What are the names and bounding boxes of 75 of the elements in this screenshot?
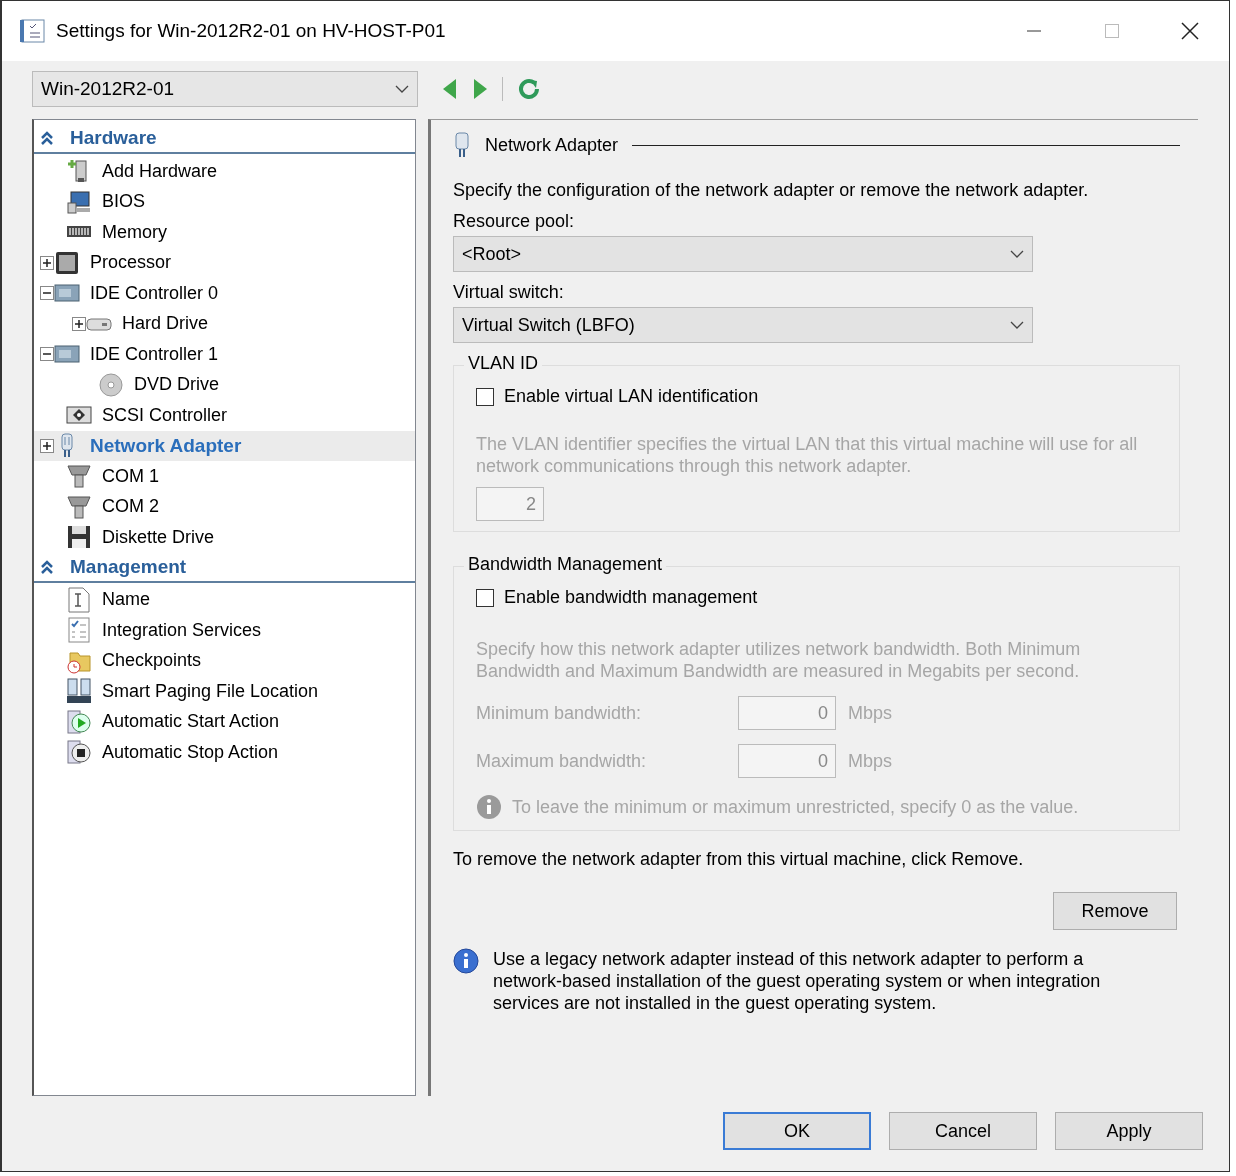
tree-item[interactable]: Smart Paging File Location: [34, 676, 415, 707]
computer-icon: [66, 188, 92, 215]
disc-icon: [98, 371, 124, 398]
hint-text: To leave the minimum or maximum unrestricted, specify 0 as the value.: [512, 796, 1079, 818]
checkbox-label: Enable virtual LAN identification: [504, 386, 759, 407]
field-label: Virtual switch:: [453, 282, 565, 303]
expand-icon[interactable]: [72, 316, 86, 331]
collapse-icon[interactable]: [40, 347, 54, 362]
tree-item[interactable]: COM 1: [34, 461, 415, 492]
unit-label: Mbps: [848, 702, 892, 724]
tree-item[interactable]: Name: [34, 584, 415, 615]
section-header[interactable]: Management: [34, 552, 415, 583]
tree-item[interactable]: Automatic Start Action: [34, 706, 415, 737]
dialog-button[interactable]: OK: [723, 1112, 871, 1150]
tree-item[interactable]: Hard Drive: [34, 308, 415, 339]
back-arrow-icon[interactable]: [442, 78, 458, 100]
tree-item[interactable]: Network Adapter: [34, 430, 415, 461]
expand-icon[interactable]: [40, 438, 54, 453]
group-title: Bandwidth Management: [464, 554, 667, 575]
dropdown-caret-icon: [395, 85, 409, 93]
section-header[interactable]: Hardware: [34, 124, 415, 154]
remove-button[interactable]: Remove: [1053, 892, 1177, 930]
field-label: Minimum bandwidth:: [476, 702, 643, 724]
help-text: Specify how this network adapter utilizes network bandwidth. Both Minimum Bandwidth and Maximum Bandwidth are measured in Megabits per second.: [476, 638, 1082, 682]
dialog-button[interactable]: Apply: [1055, 1112, 1203, 1150]
section-title: Network Adapter: [485, 134, 619, 156]
checklist-icon: [66, 617, 92, 644]
resource-pool-dropdown[interactable]: <Root>: [453, 236, 1033, 272]
window-title: Settings for Win-2012R2-01 on HV-HOST-P01: [56, 20, 447, 42]
virtual-switch-dropdown[interactable]: Virtual Switch (LBFO): [453, 307, 1033, 343]
help-text: The VLAN identifier specifies the virtual LAN that this virtual machine will use for all network communications through this network adapter.: [476, 433, 1139, 477]
checkbox-label: Enable bandwidth management: [504, 587, 758, 608]
collapse-icon[interactable]: [40, 286, 54, 301]
tree-item[interactable]: DVD Drive: [34, 369, 415, 400]
field-label: Resource pool:: [453, 211, 576, 232]
description-text: Specify the configuration of the network adapter or remove the network adapter.: [453, 180, 1090, 201]
tree-item[interactable]: IDE Controller 0: [34, 278, 415, 309]
unit-label: Mbps: [848, 750, 892, 772]
tree-item[interactable]: BIOS: [34, 186, 415, 217]
refresh-icon[interactable]: [517, 77, 541, 101]
settings-document-icon: [20, 18, 46, 44]
collapse-chevron-icon: [40, 131, 54, 145]
text-cursor-icon: [66, 586, 92, 613]
play-icon: [66, 708, 92, 735]
dropdown-caret-icon: [1010, 250, 1024, 258]
tree-item[interactable]: Automatic Stop Action: [34, 737, 415, 768]
forward-arrow-icon[interactable]: [472, 78, 488, 100]
processor-icon: [54, 249, 80, 276]
stop-icon: [66, 739, 92, 766]
tree-item[interactable]: Memory: [34, 217, 415, 248]
maximize-icon: [1104, 23, 1120, 39]
info-icon: [453, 948, 479, 974]
info-icon: [476, 794, 502, 820]
server-rack-icon: [66, 678, 92, 705]
expand-icon[interactable]: [40, 255, 54, 270]
tree-item[interactable]: COM 2: [34, 491, 415, 522]
dialog-button[interactable]: Cancel: [889, 1112, 1037, 1150]
tree-item[interactable]: Diskette Drive: [34, 522, 415, 553]
vm-selector-dropdown[interactable]: Win-2012R2-01: [32, 71, 418, 107]
field-label: Maximum bandwidth:: [476, 750, 648, 772]
info-text: Use a legacy network adapter instead of this network adapter to perform a network-based installation of the guest operating system or when integration services are not installed in the guest operating system.: [493, 948, 1102, 1014]
serial-port-icon: [66, 493, 92, 520]
network-plug-icon: [453, 132, 471, 158]
tree-item[interactable]: IDE Controller 1: [34, 339, 415, 370]
minimize-icon: [1026, 30, 1042, 32]
collapse-chevron-icon: [40, 559, 54, 574]
serial-port-icon: [66, 463, 92, 490]
tree-item[interactable]: Processor: [34, 247, 415, 278]
close-icon: [1181, 22, 1199, 40]
remove-note: To remove the network adapter from this virtual machine, click Remove.: [453, 849, 1025, 870]
tree-item[interactable]: SCSI Controller: [34, 400, 415, 431]
dropdown-caret-icon: [1010, 321, 1024, 329]
tree-item[interactable]: Checkpoints: [34, 645, 415, 676]
tree-item[interactable]: Integration Services: [34, 615, 415, 646]
tree-item[interactable]: Add Hardware: [34, 156, 415, 187]
